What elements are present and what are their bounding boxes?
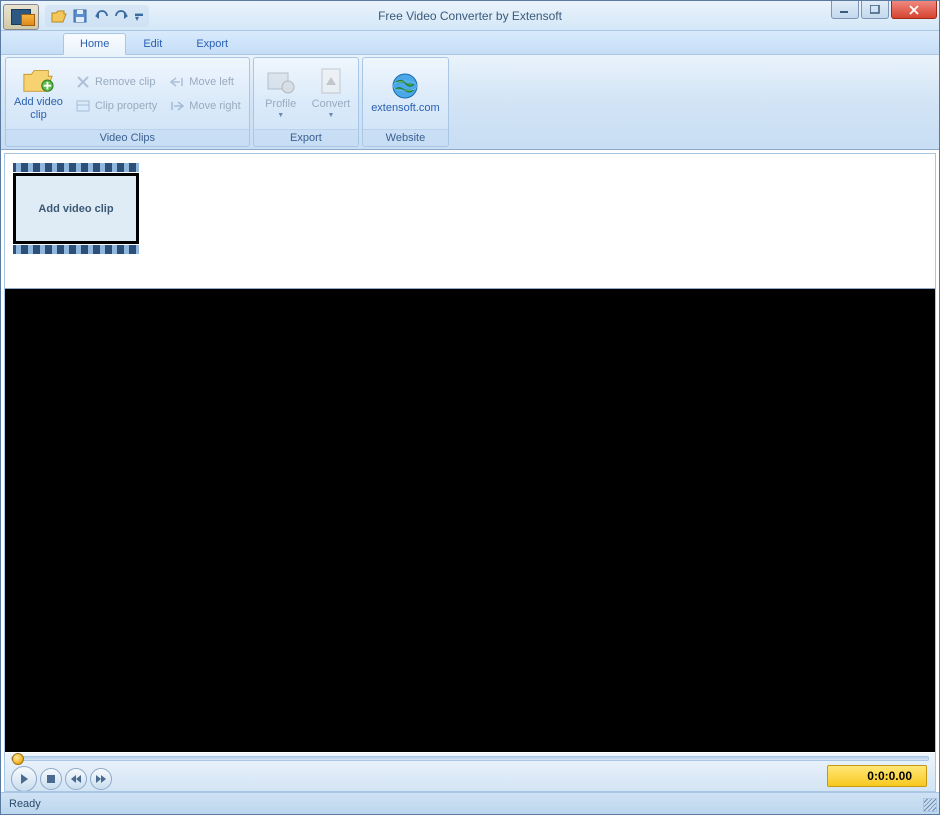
playback-controls: 0:0:0.00 — [5, 752, 935, 791]
move-left-button: Move left — [163, 70, 246, 94]
video-preview[interactable] — [5, 289, 935, 752]
add-clip-placeholder-label: Add video clip — [13, 173, 139, 244]
ribbon-group-video-clips-title: Video Clips — [6, 129, 249, 146]
window-controls — [831, 1, 937, 19]
maximize-button[interactable] — [861, 1, 889, 19]
close-button[interactable] — [891, 1, 937, 19]
profile-button: Profile ▼ — [256, 60, 306, 127]
stop-button[interactable] — [40, 768, 62, 790]
website-button[interactable]: extensoft.com — [365, 60, 445, 127]
arrow-right-icon — [169, 98, 185, 114]
convert-icon — [315, 68, 347, 96]
clip-timeline[interactable]: Add video clip — [5, 154, 935, 289]
undo-icon[interactable] — [91, 7, 111, 25]
redo-icon[interactable] — [112, 7, 132, 25]
ribbon-tabs: Home Edit Export — [1, 31, 939, 55]
ribbon-group-video-clips: Add video clip Remove clip Clip property… — [5, 57, 250, 147]
clip-property-button: Clip property — [69, 94, 163, 118]
minimize-button[interactable] — [831, 1, 859, 19]
ribbon-group-website-title: Website — [363, 129, 447, 146]
title-bar: ▬▾ Free Video Converter by Extensoft — [1, 1, 939, 31]
add-video-clip-label: Add video clip — [14, 96, 63, 121]
property-icon — [75, 98, 91, 114]
add-clip-placeholder[interactable]: Add video clip — [13, 163, 139, 254]
profile-icon — [265, 68, 297, 96]
resize-grip[interactable] — [923, 798, 937, 812]
play-button[interactable] — [11, 766, 37, 792]
seek-slider[interactable] — [11, 756, 929, 761]
arrow-left-icon — [169, 74, 185, 90]
ribbon: Add video clip Remove clip Clip property… — [1, 55, 939, 150]
forward-button[interactable] — [90, 768, 112, 790]
quick-access-toolbar: ▬▾ — [45, 5, 149, 27]
app-menu-button[interactable] — [3, 4, 39, 30]
x-icon — [75, 74, 91, 90]
status-text: Ready — [9, 798, 41, 810]
ribbon-group-export-title: Export — [254, 129, 359, 146]
qat-customize-icon[interactable]: ▬▾ — [133, 7, 145, 25]
rewind-button[interactable] — [65, 768, 87, 790]
folder-plus-icon — [22, 66, 54, 94]
profile-label: Profile — [265, 98, 296, 111]
chevron-down-icon: ▼ — [327, 112, 334, 119]
film-sprocket-icon — [13, 245, 139, 254]
ribbon-group-export: Profile ▼ Convert ▼ Export — [253, 57, 360, 147]
website-label: extensoft.com — [371, 102, 439, 115]
open-file-icon[interactable] — [49, 7, 69, 25]
globe-icon — [389, 72, 421, 100]
chevron-down-icon: ▼ — [277, 112, 284, 119]
tab-export[interactable]: Export — [179, 33, 245, 54]
convert-button: Convert ▼ — [306, 60, 357, 127]
convert-label: Convert — [312, 98, 351, 111]
time-display: 0:0:0.00 — [827, 765, 927, 787]
seek-handle[interactable] — [12, 753, 24, 765]
remove-clip-button: Remove clip — [69, 70, 163, 94]
tab-home[interactable]: Home — [63, 33, 126, 55]
film-sprocket-icon — [13, 163, 139, 172]
tab-edit[interactable]: Edit — [126, 33, 179, 54]
ribbon-group-website: extensoft.com Website — [362, 57, 448, 147]
status-bar: Ready — [1, 792, 939, 814]
add-video-clip-button[interactable]: Add video clip — [8, 60, 69, 127]
move-right-button: Move right — [163, 94, 246, 118]
save-icon[interactable] — [70, 7, 90, 25]
